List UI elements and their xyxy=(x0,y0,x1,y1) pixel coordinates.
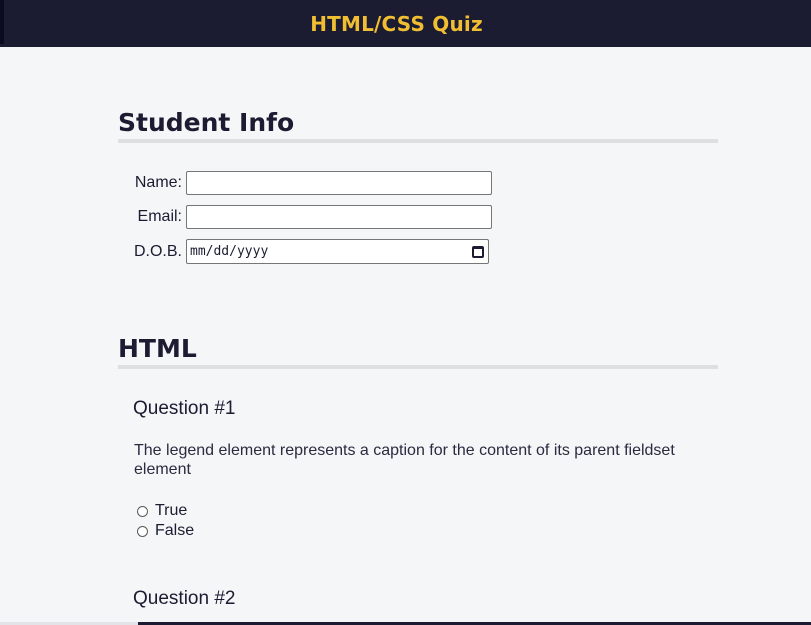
dob-label: D.O.B. xyxy=(133,242,182,260)
email-input[interactable] xyxy=(186,205,492,229)
email-label: Email: xyxy=(137,208,182,225)
dob-placeholder: mm/dd/yyyy xyxy=(190,244,269,259)
dob-input[interactable]: mm/dd/yyyy xyxy=(186,239,489,264)
html-section-heading: HTML xyxy=(118,334,718,369)
student-info-heading: Student Info xyxy=(118,108,718,143)
email-row: Email: xyxy=(118,205,492,229)
radio-false[interactable] xyxy=(137,525,148,537)
page-title: HTML/CSS Quiz xyxy=(310,11,483,36)
page-header: HTML/CSS Quiz xyxy=(0,0,811,47)
header-edge xyxy=(0,0,4,44)
radio-true[interactable] xyxy=(137,505,148,517)
question-1-text: The legend element represents a caption … xyxy=(134,442,675,478)
option-true-label: True xyxy=(155,502,188,519)
option-false-label: False xyxy=(155,522,195,539)
name-row: Name: xyxy=(118,171,492,195)
quiz-page: HTML/CSS Quiz Student Info Name: Email: … xyxy=(0,0,811,625)
question-1-option-false[interactable]: False xyxy=(137,522,194,540)
calendar-icon[interactable] xyxy=(472,245,484,258)
name-label: Name: xyxy=(134,174,182,191)
name-input[interactable] xyxy=(186,171,492,195)
question-1-option-true[interactable]: True xyxy=(137,502,187,520)
question-2-title: Question #2 xyxy=(133,588,236,609)
question-1-title: Question #1 xyxy=(133,398,236,419)
dob-row: D.O.B. mm/dd/yyyy xyxy=(118,239,489,264)
